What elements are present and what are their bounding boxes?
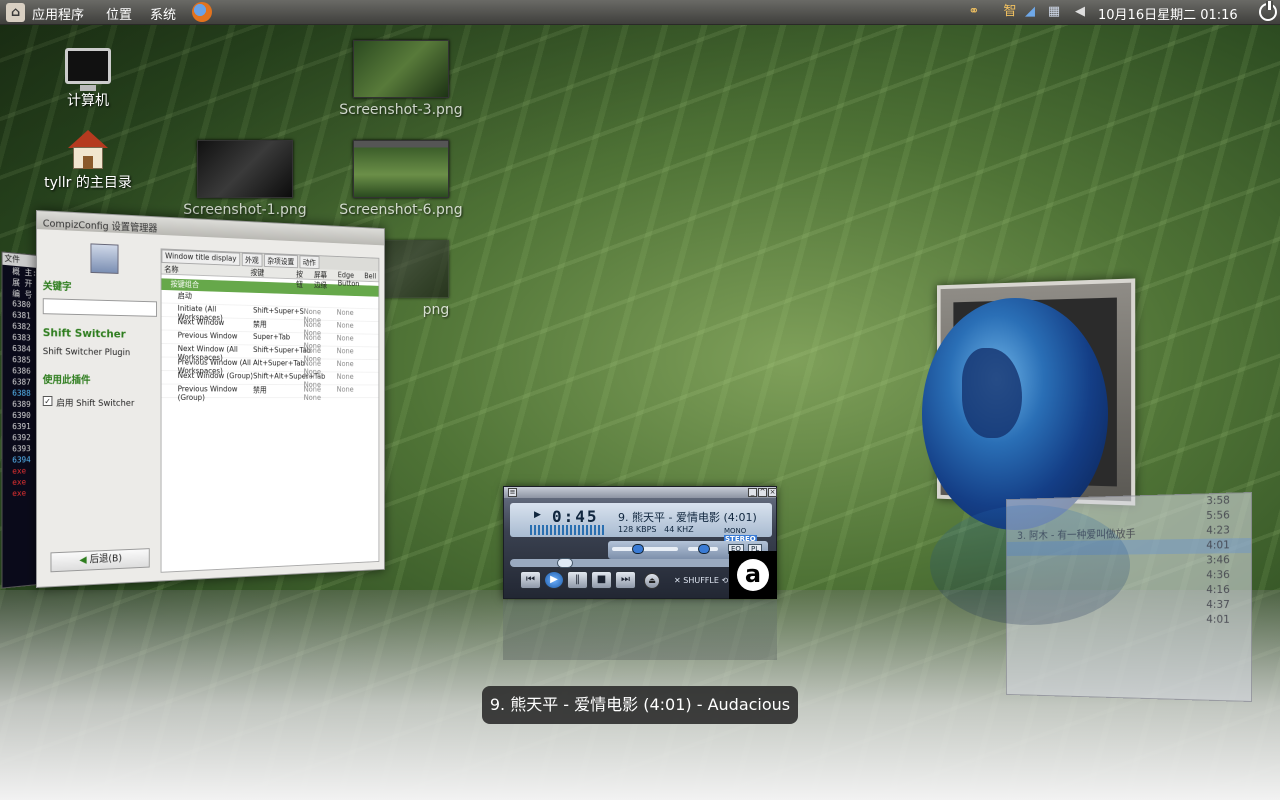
menu-system[interactable]: 系统 <box>150 4 176 23</box>
volume-knob[interactable] <box>632 544 644 554</box>
checkbox-check-icon: ✓ <box>42 396 53 406</box>
input-method-icon[interactable]: 智 <box>1002 4 1018 20</box>
keyword-search-input[interactable] <box>42 298 157 317</box>
network-manager-icon[interactable]: ▦ <box>1046 4 1062 20</box>
stream-info: 128 KBPS 44 KHZ <box>618 525 694 534</box>
network-icon[interactable]: ⚭ <box>966 4 982 20</box>
tab-actions[interactable]: 动作 <box>299 255 320 270</box>
column-header[interactable]: Bell <box>362 271 379 282</box>
play-button[interactable]: ▶ <box>544 571 564 589</box>
menu-applications[interactable]: 应用程序 <box>32 4 84 23</box>
back-button[interactable]: ◀ 后退(B) <box>50 548 150 573</box>
terminal-line: 6392 <box>12 433 31 443</box>
stop-button[interactable]: ■ <box>591 571 612 589</box>
pause-button[interactable]: ‖ <box>567 571 588 589</box>
previous-track-button[interactable]: ⏮ <box>520 571 541 589</box>
terminal-line: 6388 <box>12 388 31 398</box>
use-plugin-label: 使用此插件 <box>42 375 91 387</box>
eject-button[interactable]: ⏏ <box>644 573 660 589</box>
player-menu-button[interactable]: ≡ <box>508 488 517 497</box>
terminal-window[interactable]: 文件 概 主: 展 开 编 号 6380 6381 6382 6383 6384… <box>1 251 38 589</box>
tab-appearance[interactable]: 外观 <box>241 252 263 267</box>
playback-controls: ⏮ ▶ ‖ ■ ⏭ <box>520 571 636 589</box>
song-title: 9. 熊天平 - 爱情电影 (4:01) <box>618 511 757 524</box>
desktop-icon-screenshot-6[interactable]: Screenshot-6.png <box>334 140 468 218</box>
distro-logo-icon[interactable]: ⌂ <box>6 3 25 22</box>
player-display: ▶ 0:45 9. 熊天平 - 爱情电影 (4:01) 128 KBPS 44 … <box>510 503 772 543</box>
volume-icon[interactable]: ◀ <box>1072 4 1088 20</box>
enable-plugin-checkbox[interactable]: ✓ 启用 Shift Switcher <box>42 396 157 409</box>
terminal-line: 6391 <box>12 422 31 432</box>
table-row[interactable]: Previous Window (Group) 禁用 None None None <box>161 384 379 402</box>
player-reflection <box>503 600 777 660</box>
enable-plugin-label: 启用 Shift Switcher <box>56 399 135 409</box>
audacious-player-window[interactable]: ≡ _ ^ × ▶ 0:45 9. 熊天平 - 爱情电影 (4:01) 128 … <box>503 486 777 599</box>
firefox-app-icon <box>922 298 1108 530</box>
compizconfig-window[interactable]: CompizConfig 设置管理器 关键字 Shift Switcher Sh… <box>36 210 385 588</box>
window-switcher-caption: 9. 熊天平 - 爱情电影 (4:01) - Audacious <box>482 686 798 724</box>
ccsm-settings-panel: Window title display 外观 杂项设置 动作 名称 按键 按钮… <box>160 248 380 573</box>
tab-misc[interactable]: 杂项设置 <box>263 253 298 269</box>
keyword-label: 关键字 <box>42 281 72 294</box>
shuffle-toggle[interactable]: ✕ SHUFFLE ⟲ <box>674 576 728 585</box>
image-thumbnail <box>197 140 293 198</box>
menu-places[interactable]: 位置 <box>106 4 132 23</box>
seek-knob[interactable] <box>556 558 573 568</box>
playback-time[interactable]: 0:45 <box>552 507 599 526</box>
desktop-icon-home[interactable]: tyllr 的主目录 <box>38 130 138 192</box>
firefox-reflection <box>930 505 1130 625</box>
volume-slider[interactable] <box>612 547 678 551</box>
next-track-button[interactable]: ⏭ <box>615 571 636 589</box>
desktop-icon-screenshot-3[interactable]: Screenshot-3.png <box>334 40 468 118</box>
back-button-label: 后退(B) <box>89 553 122 566</box>
close-button[interactable]: × <box>768 488 777 497</box>
column-header[interactable]: 名称 <box>161 263 247 277</box>
terminal-line: 6389 <box>12 399 31 409</box>
minimize-button[interactable]: _ <box>748 488 757 497</box>
column-header[interactable]: 屏幕边缘 <box>311 269 335 290</box>
home-folder-icon <box>68 130 108 170</box>
panel-clock[interactable]: 10月16日星期二 01:16 <box>1098 4 1238 23</box>
desktop-icon-screenshot-1[interactable]: Screenshot-1.png <box>178 140 312 218</box>
ccsm-sidebar: 关键字 Shift Switcher Shift Switcher Plugin… <box>42 237 157 580</box>
back-arrow-icon: ◀ <box>79 554 90 566</box>
playing-indicator-icon: ▶ <box>534 510 541 520</box>
update-icon[interactable]: ◢ <box>1022 4 1038 20</box>
column-header[interactable]: 按钮 <box>294 268 312 289</box>
table-row[interactable]: Next Window (Group) Shift+Alt+Super+Tab No… <box>161 371 379 389</box>
top-panel: ⌂ 应用程序 位置 系统 ⚭ 智 ◢ ▦ ◀ 10月16日星期二 01:16 <box>0 0 1280 25</box>
terminal-line: 6387 <box>12 377 31 387</box>
shade-button[interactable]: ^ <box>758 488 767 497</box>
audacious-logo-icon: a <box>729 551 777 599</box>
visualizer[interactable] <box>530 525 604 535</box>
image-thumbnail <box>353 140 449 198</box>
plugin-icon <box>90 243 119 274</box>
plugin-description: Shift Switcher Plugin <box>42 347 131 359</box>
balance-knob[interactable] <box>698 544 710 554</box>
plugin-name: Shift Switcher <box>42 326 126 341</box>
desktop-icon-computer[interactable]: 计算机 <box>56 48 120 110</box>
column-header[interactable]: 按键 <box>248 266 294 278</box>
player-titlebar[interactable]: ≡ _ ^ × <box>504 487 777 498</box>
image-thumbnail <box>353 40 449 98</box>
terminal-line: 6386 <box>12 366 31 376</box>
terminal-line: 6390 <box>12 410 31 420</box>
terminal-line: exe <box>12 488 27 499</box>
power-icon[interactable] <box>1259 1 1277 21</box>
terminal-line: 6393 <box>12 444 31 454</box>
column-header[interactable]: Edge Button <box>335 270 362 288</box>
computer-icon <box>65 48 111 91</box>
firefox-launcher-icon[interactable] <box>192 2 212 22</box>
